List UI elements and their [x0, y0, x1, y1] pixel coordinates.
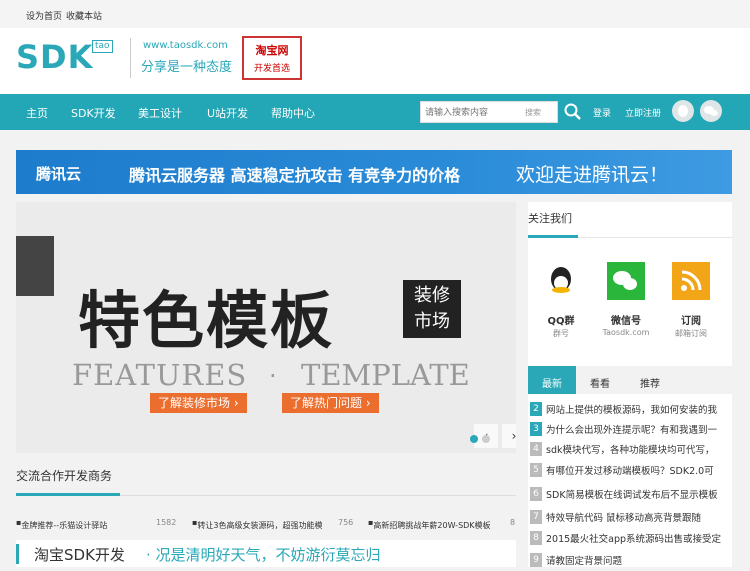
- follow-qq-name: QQ群: [547, 316, 575, 327]
- link-count: 756: [338, 518, 354, 527]
- cooperation-links: ▪ 金牌推荐--乐猫设计驿站 1582 ▪ 转让3色高级女装源码，超强功能模 7…: [16, 516, 516, 532]
- tab-recommend[interactable]: 推荐: [640, 375, 660, 390]
- slider-next-icon[interactable]: ›: [502, 424, 516, 448]
- list-item[interactable]: 2 网站上提供的模板源码，我如何安装的我: [528, 400, 732, 420]
- qq-icon: [551, 267, 571, 293]
- tab-look[interactable]: 看看: [590, 375, 610, 390]
- rss-icon: [672, 262, 710, 300]
- follow-wechat-sub: Taosdk.com: [602, 328, 650, 337]
- search-input[interactable]: [425, 105, 521, 121]
- nav-item-ustation[interactable]: U站开发: [207, 105, 248, 121]
- list-item[interactable]: ▪ 金牌推荐--乐猫设计驿站: [16, 518, 107, 530]
- follow-rss[interactable]: 订阅 邮箱订阅: [671, 262, 711, 338]
- news-tabs: 最新 看看 推荐: [528, 366, 732, 394]
- list-item[interactable]: 3 为什么会出现外连提示呢？有和我遇到一: [528, 420, 732, 440]
- banner-text2: 欢迎走进腾讯云！: [516, 164, 669, 186]
- site-slogan: 分享是一种态度: [141, 60, 233, 75]
- bookmark-link[interactable]: 收藏本站: [66, 9, 102, 22]
- slider-tag-line2: 市场: [414, 311, 450, 332]
- feature-slider[interactable]: 特色模板 装修 市场 FEATURES · TEMPLATE 了解装修市场 › …: [16, 202, 516, 453]
- logo-text: SDK: [16, 38, 94, 76]
- nav-item-design[interactable]: 美工设计: [138, 105, 182, 121]
- register-link[interactable]: 立即注册: [625, 106, 661, 119]
- taobao-badge[interactable]: 淘宝网 开发首选: [242, 36, 302, 80]
- bottom-bar: [16, 544, 19, 564]
- slider-photo: [16, 236, 54, 296]
- wechat-login-icon[interactable]: [700, 100, 722, 122]
- follow-wechat-name: 微信号: [611, 316, 641, 327]
- banner-brand: 腾讯云: [36, 165, 82, 183]
- slider-separator: ·: [269, 362, 277, 390]
- follow-rss-name: 订阅: [681, 316, 701, 327]
- tencent-cloud-banner[interactable]: 腾讯云 腾讯云服务器 高速稳定抗攻击 有竞争力的价格 欢迎走进腾讯云！: [16, 150, 732, 194]
- wechat-icon: [607, 262, 645, 300]
- site-header: SDK tao www.taosdk.com 分享是一种态度 淘宝网 开发首选: [0, 28, 750, 94]
- slider-title: 特色模板: [78, 284, 335, 357]
- set-home-link[interactable]: 设为首页: [26, 9, 62, 22]
- search-icon[interactable]: [563, 102, 583, 122]
- slider-tag: 装修 市场: [403, 280, 461, 338]
- badge-line2: 开发首选: [253, 64, 290, 74]
- logo-divider: [130, 38, 131, 78]
- top-bar: 设为首页 收藏本站: [0, 0, 750, 28]
- slider-dot[interactable]: [470, 435, 478, 443]
- list-item[interactable]: 8 2015最火社交app系统源码出售或接受定: [528, 529, 732, 549]
- follow-wechat[interactable]: 微信号 Taosdk.com: [603, 262, 649, 337]
- list-item[interactable]: ▪ 转让3色高级女装源码，超强功能模: [192, 518, 323, 530]
- login-link[interactable]: 登录: [593, 106, 611, 119]
- list-item[interactable]: 9 请教固定背景问题: [528, 551, 732, 571]
- nav-item-home[interactable]: 主页: [26, 105, 48, 121]
- tab-latest[interactable]: 最新: [528, 366, 576, 394]
- section-underline: [16, 493, 120, 496]
- badge-line1: 淘宝网: [255, 44, 289, 57]
- tab-latest-label: 最新: [542, 379, 562, 390]
- bottom-title: 淘宝SDK开发: [34, 546, 125, 564]
- sidebar-title: 关注我们: [528, 212, 572, 225]
- nav-item-sdk[interactable]: SDK开发: [71, 105, 116, 121]
- follow-qq-sub: 群号: [553, 329, 569, 338]
- nav-item-help[interactable]: 帮助中心: [271, 105, 315, 121]
- follow-rss-sub: 邮箱订阅: [675, 329, 707, 338]
- link-count: 8: [510, 518, 516, 527]
- title-underline: [528, 235, 578, 238]
- link-count: 1582: [156, 518, 177, 527]
- slider-eng1: FEATURES: [72, 358, 248, 392]
- slider-eng2: TEMPLATE: [301, 358, 470, 392]
- list-item[interactable]: 4 sdk模块代写，各种功能模块均可代写，: [528, 440, 732, 460]
- slider-btn-market[interactable]: 了解装修市场 ›: [150, 393, 247, 413]
- slider-dot[interactable]: [482, 435, 490, 443]
- section-title: 交流合作开发商务: [16, 469, 113, 483]
- search-button[interactable]: 搜索: [525, 107, 541, 118]
- list-item[interactable]: 7 特效导航代码 鼠标移动高亮背景跟随: [528, 508, 732, 528]
- bottom-banner[interactable]: 淘宝SDK开发 · 况是清明好天气，不妨游衍莫忘归: [16, 540, 516, 567]
- search-box: 搜索: [420, 101, 558, 123]
- site-url: www.taosdk.com: [143, 40, 228, 51]
- list-item[interactable]: 5 有哪位开发过移动端模板吗？SDK2.0可: [528, 461, 732, 481]
- site-logo[interactable]: SDK tao: [16, 40, 118, 74]
- slider-tag-line1: 装修: [414, 285, 450, 306]
- follow-qq[interactable]: QQ群 群号: [541, 262, 581, 338]
- list-item[interactable]: 6 SDK简易模板在线调试发布后不显示模板: [528, 485, 732, 505]
- bottom-subtitle: · 况是清明好天气，不妨游衍莫忘归: [146, 546, 381, 564]
- slider-btn-faq[interactable]: 了解热门问题 ›: [282, 393, 379, 413]
- list-item[interactable]: ▪ 高新招聘挑战年薪20W-SDK模板: [368, 518, 491, 530]
- qq-login-icon[interactable]: [672, 100, 694, 122]
- banner-text: 腾讯云服务器 高速稳定抗攻击 有竞争力的价格: [129, 166, 461, 185]
- logo-tag: tao: [92, 40, 113, 53]
